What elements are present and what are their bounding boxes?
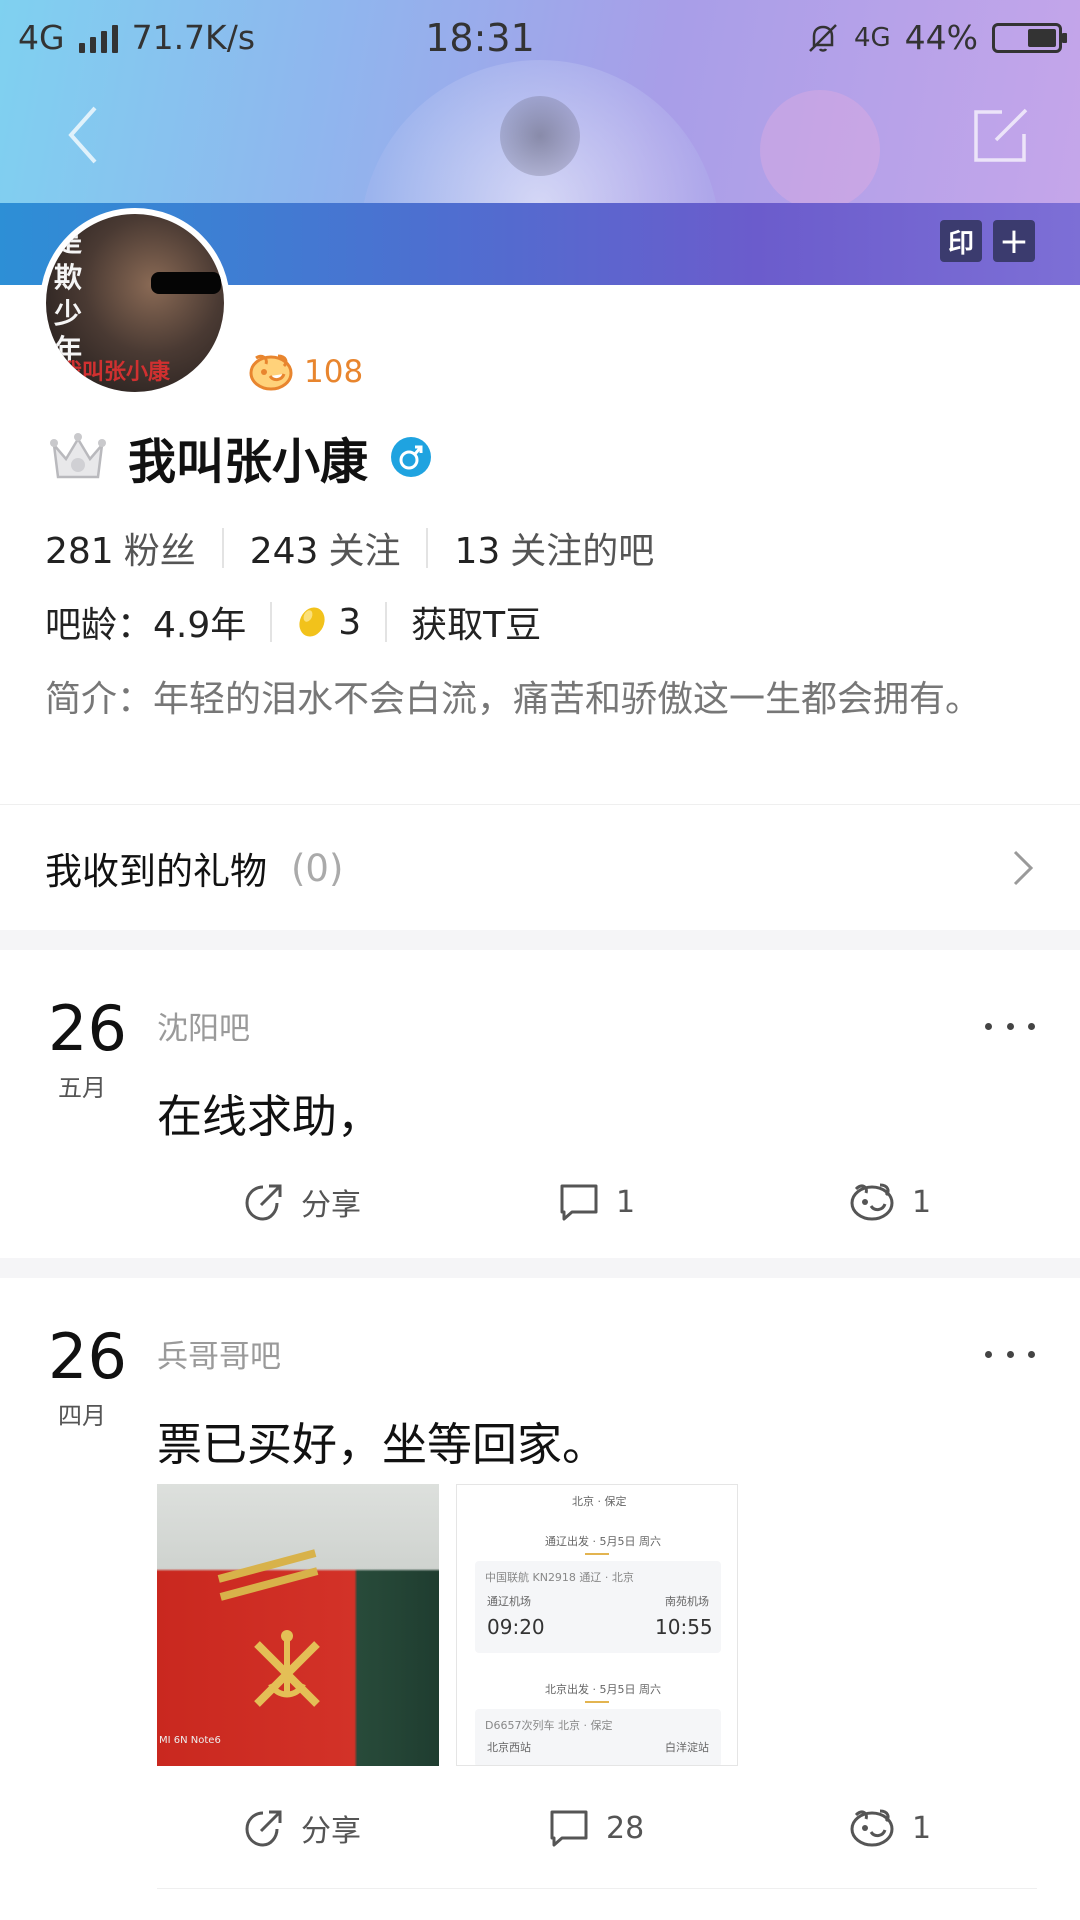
post-month: 四月 — [58, 1402, 106, 1430]
like-button[interactable]: 1 — [848, 1172, 931, 1232]
male-icon — [391, 437, 432, 477]
crown-icon — [50, 433, 106, 479]
forum-age: 吧龄：4.9年 — [45, 605, 247, 646]
mute-bell-icon — [809, 23, 837, 52]
bean-icon — [299, 607, 325, 637]
comment-button[interactable]: 28 — [548, 1798, 644, 1858]
meta-row: 吧龄：4.9年 3 获取T豆 — [45, 594, 541, 650]
like-face-icon — [850, 1809, 894, 1847]
banner-blur-avatar — [500, 96, 580, 176]
more-icon[interactable] — [985, 1346, 1035, 1362]
add-button[interactable]: + — [993, 220, 1035, 262]
post-actions: 分享 1 1 — [0, 1172, 1080, 1232]
avatar-text: 我叫张小康 — [60, 360, 171, 385]
like-badge[interactable]: 108 — [248, 352, 363, 392]
post-text: 在线求助， — [157, 1090, 383, 1143]
bio: 简介：年轻的泪水不会白流，痛苦和骄傲这一生都会拥有。 — [45, 679, 982, 720]
share-icon — [245, 1810, 282, 1847]
post-forum[interactable]: 沈阳吧 — [157, 1003, 250, 1048]
edit-button[interactable] — [970, 106, 1030, 166]
gifts-row[interactable]: 我收到的礼物 (0) — [0, 806, 1080, 930]
like-count: 108 — [304, 354, 364, 390]
status-bar: 4G 71.7K/s 18:31 4G 44% — [0, 0, 1080, 75]
comment-icon — [550, 1810, 588, 1847]
network-speed: 71.7K/s — [131, 18, 256, 57]
avatar-text: 是欺少年 — [54, 225, 83, 366]
clock: 18:31 — [425, 15, 535, 60]
back-button[interactable] — [55, 100, 115, 170]
post-image[interactable]: 北京 · 保定 通辽出发 · 5月5日 周六 中国联航 KN2918 通辽 · … — [456, 1484, 738, 1766]
watermark: MI 6N Note6 — [159, 1735, 221, 1746]
network-label: 4G — [18, 18, 65, 57]
name-row: 我叫张小康 — [50, 425, 432, 490]
like-face-icon — [249, 354, 293, 391]
post-day: 26 — [48, 1320, 127, 1393]
post-card[interactable]: 26 五月 沈阳吧 在线求助， 分享 1 1 — [0, 950, 1080, 1258]
avatar[interactable]: 是欺少年 我叫张小康 — [40, 208, 230, 398]
tbean-count: 3 — [338, 601, 362, 643]
like-face-icon — [850, 1183, 894, 1221]
gifts-count: (0) — [291, 846, 344, 890]
chevron-right-icon — [1013, 850, 1034, 886]
profile-page: 4G 71.7K/s 18:31 4G 44% 印 + 是欺少年 我叫张小康 1… — [0, 0, 1080, 1920]
post-image[interactable]: MI 6N Note6 — [157, 1484, 439, 1766]
post-actions: 分享 28 1 — [0, 1798, 1080, 1858]
get-tbean-link[interactable]: 获取T豆 — [411, 596, 541, 648]
section-gap — [0, 1258, 1080, 1278]
network-label-right: 4G — [853, 22, 891, 53]
share-button[interactable]: 分享 — [243, 1798, 361, 1858]
share-icon — [245, 1184, 282, 1221]
signal-icon — [78, 23, 118, 53]
user-name: 我叫张小康 — [128, 434, 369, 490]
stats-row: 281 粉丝 243 关注 13 关注的吧 — [45, 520, 654, 576]
share-button[interactable]: 分享 — [243, 1172, 361, 1232]
comment-icon — [560, 1184, 598, 1221]
comment-button[interactable]: 1 — [558, 1172, 635, 1232]
divider — [0, 804, 1080, 805]
section-gap — [0, 930, 1080, 950]
battery-percent: 44% — [904, 18, 978, 57]
post-text: 票已买好，坐等回家。 — [157, 1418, 608, 1471]
gifts-title: 我收到的礼物 — [45, 850, 267, 893]
divider — [157, 1888, 1037, 1889]
stat-forums[interactable]: 13 关注的吧 — [454, 522, 654, 574]
like-button[interactable]: 1 — [848, 1798, 931, 1858]
stat-fans[interactable]: 281 粉丝 — [45, 522, 196, 574]
post-card[interactable]: 26 四月 兵哥哥吧 票已买好，坐等回家。 MI 6N Note6 北京 · 保… — [0, 1278, 1080, 1920]
more-icon[interactable] — [985, 1018, 1035, 1034]
stat-following[interactable]: 243 关注 — [250, 522, 401, 574]
banner-decoration — [760, 90, 880, 210]
stamp-button[interactable]: 印 — [940, 220, 982, 262]
battery-icon — [992, 22, 1067, 53]
emblem-icon — [254, 1630, 320, 1707]
post-month: 五月 — [58, 1074, 106, 1102]
post-day: 26 — [48, 992, 127, 1065]
post-forum[interactable]: 兵哥哥吧 — [157, 1331, 281, 1376]
